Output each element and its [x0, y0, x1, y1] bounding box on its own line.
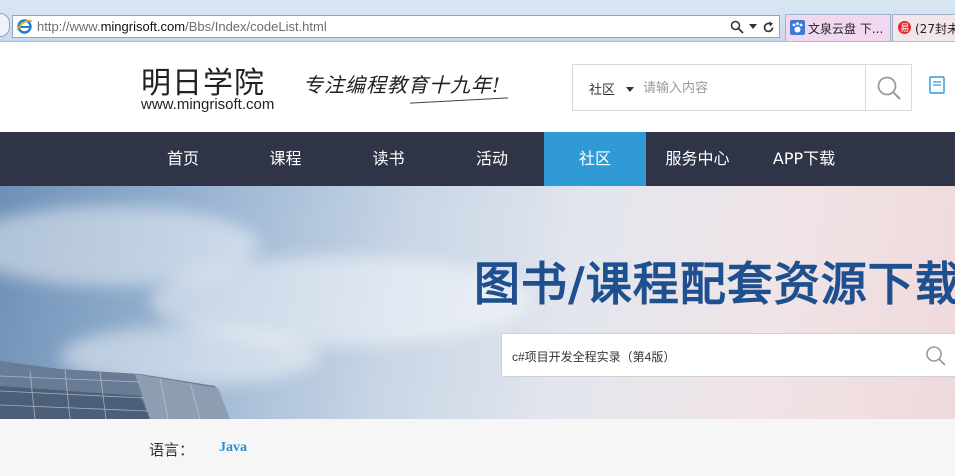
nav-item-home[interactable]: 首页 [132, 132, 234, 186]
language-filter: 语言： Java [0, 419, 955, 476]
resource-search-input[interactable] [512, 346, 912, 366]
url-text[interactable]: http://www.mingrisoft.com/Bbs/Index/code… [37, 19, 327, 34]
search-icon[interactable] [922, 342, 950, 370]
site-slogan: 专注编程教育十九年! [303, 73, 502, 97]
search-input[interactable] [643, 75, 863, 99]
filter-option-java[interactable]: Java [219, 440, 247, 456]
filter-label: 语言： [149, 441, 195, 459]
hero-banner: 图书/课程配套资源下载 [0, 186, 955, 419]
nav-item-community[interactable]: 社区 [544, 132, 646, 186]
search-icon[interactable] [730, 20, 744, 34]
paw-icon [790, 20, 805, 35]
url-domain: mingrisoft.com [100, 19, 186, 34]
site-logo-url[interactable]: www.mingrisoft.com [141, 96, 274, 113]
nav-item-app-download[interactable]: APP下载 [749, 132, 859, 186]
browser-tab-wenquan[interactable]: 文泉云盘 下... [785, 14, 891, 41]
tab-label: (27封未 [915, 22, 955, 36]
main-nav: 首页 课程 读书 活动 社区 服务中心 APP下载 [0, 132, 955, 186]
nav-item-courses[interactable]: 课程 [234, 132, 337, 186]
resource-search [501, 333, 955, 377]
chevron-down-icon[interactable] [626, 87, 634, 92]
banner-title: 图书/课程配套资源下载 [474, 257, 955, 311]
back-button[interactable] [0, 13, 10, 37]
url-prefix: http://www. [37, 19, 101, 34]
search-button[interactable] [865, 65, 911, 110]
tab-label: 文泉云盘 下... [808, 22, 884, 36]
site-search: 社区 [572, 64, 912, 111]
browser-tab-mail[interactable]: 易 (27封未 [892, 14, 955, 41]
nav-item-reading[interactable]: 读书 [337, 132, 440, 186]
search-icon [877, 76, 901, 100]
mail-logo-icon: 易 [898, 21, 911, 34]
nav-item-activities[interactable]: 活动 [440, 132, 544, 186]
document-icon[interactable] [929, 76, 945, 94]
dropdown-arrow-icon[interactable] [749, 24, 757, 30]
nav-item-service[interactable]: 服务中心 [646, 132, 749, 186]
ie-icon [16, 19, 33, 34]
address-bar[interactable]: http://www.mingrisoft.com/Bbs/Index/code… [12, 15, 780, 38]
url-path: /Bbs/Index/codeList.html [185, 19, 327, 34]
slogan-underline [410, 97, 508, 104]
site-header: 明日学院 www.mingrisoft.com 专注编程教育十九年! 社区 [0, 42, 955, 132]
refresh-icon[interactable] [762, 21, 775, 34]
search-category-select[interactable]: 社区 [589, 79, 615, 98]
svg-text:易: 易 [900, 23, 909, 34]
browser-toolbar: http://www.mingrisoft.com/Bbs/Index/code… [0, 0, 955, 42]
